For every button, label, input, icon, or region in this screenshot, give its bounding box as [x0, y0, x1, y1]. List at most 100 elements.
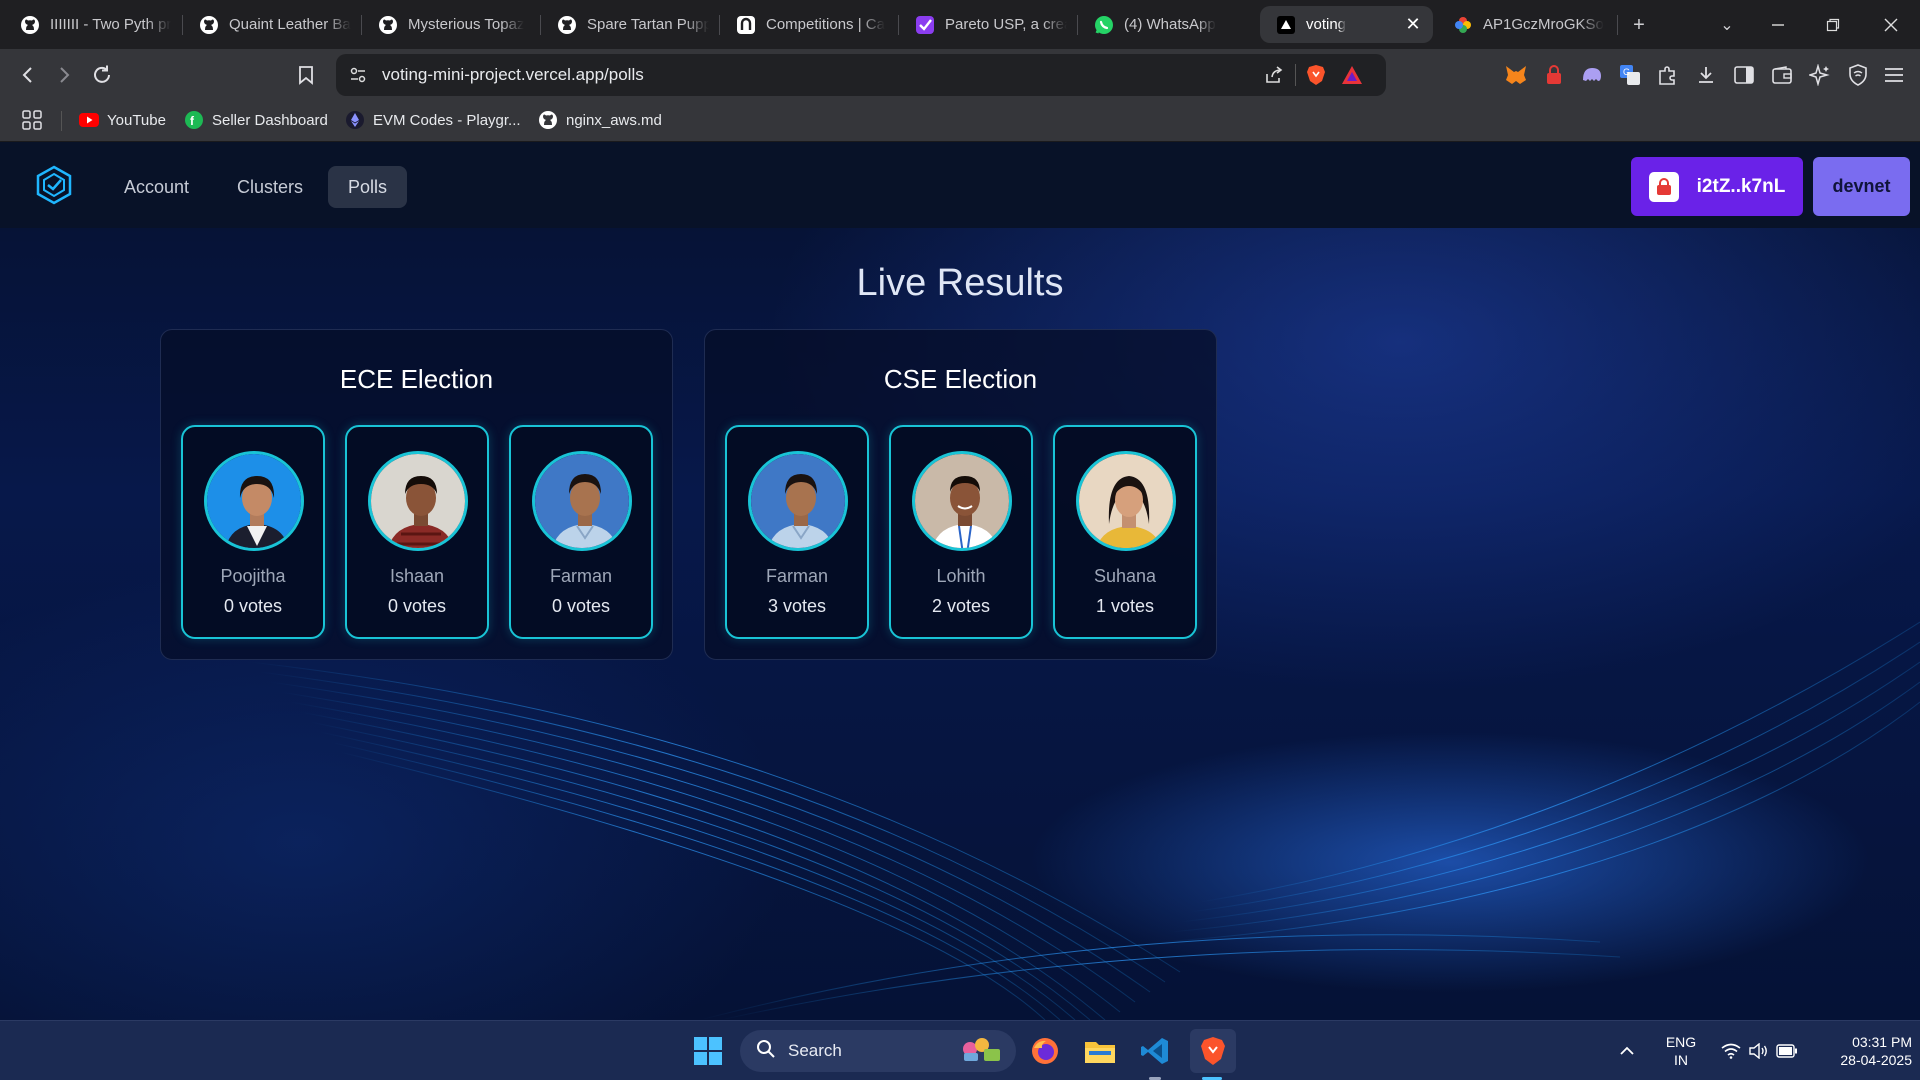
- address-bar[interactable]: voting-mini-project.vercel.app/polls: [336, 54, 1386, 96]
- bookmark-youtube[interactable]: YouTube: [79, 110, 166, 130]
- bookmark-icon[interactable]: [292, 61, 320, 89]
- close-window-icon[interactable]: [1876, 10, 1906, 40]
- url-text[interactable]: voting-mini-project.vercel.app/polls: [382, 65, 644, 85]
- search-label: Search: [788, 1041, 842, 1060]
- extensions-puzzle-icon[interactable]: [1654, 61, 1682, 89]
- wallet-connect-button[interactable]: i2tZ..k7nL: [1631, 157, 1803, 216]
- windows-start-icon[interactable]: [688, 1031, 728, 1071]
- taskbar-search-box[interactable]: Search: [740, 1030, 1016, 1072]
- tab-5[interactable]: Competitions | Ca: [720, 6, 898, 43]
- candidate-name: Ishaan: [389, 566, 445, 586]
- candidate-name: Lohith: [936, 566, 986, 586]
- phantom-extension-icon[interactable]: [1578, 61, 1606, 89]
- tab-1[interactable]: IIIIIII - Two Pyth pr: [4, 6, 182, 43]
- candidate-votes: 1 votes: [1055, 596, 1195, 617]
- tab-9[interactable]: AP1GczMroGKSo: [1437, 6, 1615, 43]
- leo-ai-icon[interactable]: [1806, 61, 1834, 89]
- tab-search-chevron-icon[interactable]: ⌄: [1712, 10, 1742, 40]
- tray-chevron-up-icon[interactable]: [1612, 1031, 1642, 1071]
- avatar: [1076, 451, 1176, 551]
- bookmark-seller-dashboard[interactable]: f Seller Dashboard: [184, 110, 328, 130]
- wifi-icon[interactable]: [1716, 1031, 1746, 1071]
- tab-label: Spare Tartan Pupp: [587, 16, 709, 33]
- avatar: [368, 451, 468, 551]
- github-icon: [557, 15, 577, 35]
- forward-icon[interactable]: [50, 61, 78, 89]
- photos-icon: [1453, 15, 1473, 35]
- tab-2[interactable]: Quaint Leather Ba: [183, 6, 361, 43]
- candidate-card[interactable]: Ishaan 0 votes: [345, 425, 489, 639]
- clock-date: 28-04-2025: [1840, 1052, 1912, 1068]
- tab-label: Competitions | Ca: [766, 16, 885, 33]
- bookmark-nginx-aws[interactable]: nginx_aws.md: [538, 110, 662, 130]
- votes-suffix: votes: [403, 596, 447, 616]
- candidate-card[interactable]: Poojitha 0 votes: [181, 425, 325, 639]
- svg-text:G: G: [1623, 67, 1630, 77]
- github-icon: [378, 15, 398, 35]
- vote-count: 3: [767, 596, 778, 616]
- brave-shields-icon[interactable]: [1304, 63, 1328, 87]
- minimize-icon[interactable]: [1763, 10, 1793, 40]
- file-explorer-icon[interactable]: [1080, 1031, 1120, 1071]
- tab-6[interactable]: Pareto USP, a crea: [899, 6, 1077, 43]
- apps-grid-icon[interactable]: [22, 110, 42, 130]
- poll-card-cse: CSE Election Farman 3 votes Lohith 2 vot…: [704, 329, 1217, 660]
- vote-count: 2: [931, 596, 942, 616]
- votes-suffix: votes: [947, 596, 991, 616]
- ethereum-icon: [345, 110, 365, 130]
- clock[interactable]: 03:31 PM 28-04-2025: [1808, 1033, 1912, 1069]
- vpn-shield-icon[interactable]: [1844, 61, 1872, 89]
- github-icon: [538, 110, 558, 130]
- candidate-card[interactable]: Farman 0 votes: [509, 425, 653, 639]
- tab-label: voting: [1306, 16, 1347, 33]
- app-logo-icon[interactable]: [34, 165, 74, 205]
- translate-extension-icon[interactable]: G: [1616, 61, 1644, 89]
- github-icon: [199, 15, 219, 35]
- back-icon[interactable]: [14, 61, 42, 89]
- vote-count: 0: [551, 596, 562, 616]
- battery-icon[interactable]: [1772, 1031, 1802, 1071]
- wallet-lock-extension-icon[interactable]: [1540, 61, 1568, 89]
- nav-account[interactable]: Account: [104, 166, 209, 208]
- close-tab-icon[interactable]: ✕: [1403, 14, 1423, 35]
- vscode-icon[interactable]: [1135, 1031, 1175, 1071]
- firefox-icon[interactable]: [1025, 1031, 1065, 1071]
- bookmarks-divider: [61, 111, 62, 131]
- tab-3[interactable]: Mysterious Topaz: [362, 6, 540, 43]
- avatar: [532, 451, 632, 551]
- votes-suffix: votes: [239, 596, 283, 616]
- site-settings-icon[interactable]: [346, 63, 370, 87]
- metamask-extension-icon[interactable]: [1502, 61, 1530, 89]
- sidebar-toggle-icon[interactable]: [1730, 61, 1758, 89]
- tab-4[interactable]: Spare Tartan Pupp: [541, 6, 719, 43]
- new-tab-icon[interactable]: +: [1624, 10, 1654, 40]
- nav-polls[interactable]: Polls: [328, 166, 408, 208]
- network-select-button[interactable]: devnet: [1813, 157, 1910, 216]
- reload-icon[interactable]: [88, 61, 116, 89]
- bookmark-evm-codes[interactable]: EVM Codes - Playgr...: [345, 110, 521, 130]
- lock-icon: [1648, 171, 1679, 202]
- candidate-name: Poojitha: [220, 566, 286, 586]
- downloads-icon[interactable]: [1692, 61, 1720, 89]
- app-navbar: Account Clusters Polls i2tZ..k7nL devnet: [0, 142, 1920, 228]
- tab-7[interactable]: (4) WhatsApp: [1078, 6, 1256, 43]
- brave-rewards-icon[interactable]: [1340, 63, 1364, 87]
- language-indicator[interactable]: ENG IN: [1664, 1033, 1698, 1069]
- search-highlight-icon: [960, 1035, 1004, 1068]
- brave-taskbar-icon[interactable]: [1190, 1029, 1236, 1073]
- tab-voting-active[interactable]: voting ✕: [1260, 6, 1433, 43]
- volume-icon[interactable]: [1744, 1031, 1774, 1071]
- youtube-icon: [79, 110, 99, 130]
- menu-hamburger-icon[interactable]: [1880, 61, 1908, 89]
- clock-time: 03:31 PM: [1852, 1034, 1912, 1050]
- candidate-card[interactable]: Suhana 1 votes: [1053, 425, 1197, 639]
- bookmark-label: EVM Codes - Playgr...: [373, 111, 521, 129]
- share-icon[interactable]: [1262, 63, 1286, 87]
- candidate-card[interactable]: Farman 3 votes: [725, 425, 869, 639]
- candidate-name: Farman: [549, 566, 612, 586]
- candidate-votes: 3 votes: [727, 596, 867, 617]
- restore-icon[interactable]: [1818, 10, 1848, 40]
- nav-clusters[interactable]: Clusters: [217, 166, 323, 208]
- brave-wallet-icon[interactable]: [1768, 61, 1796, 89]
- candidate-card[interactable]: Lohith 2 votes: [889, 425, 1033, 639]
